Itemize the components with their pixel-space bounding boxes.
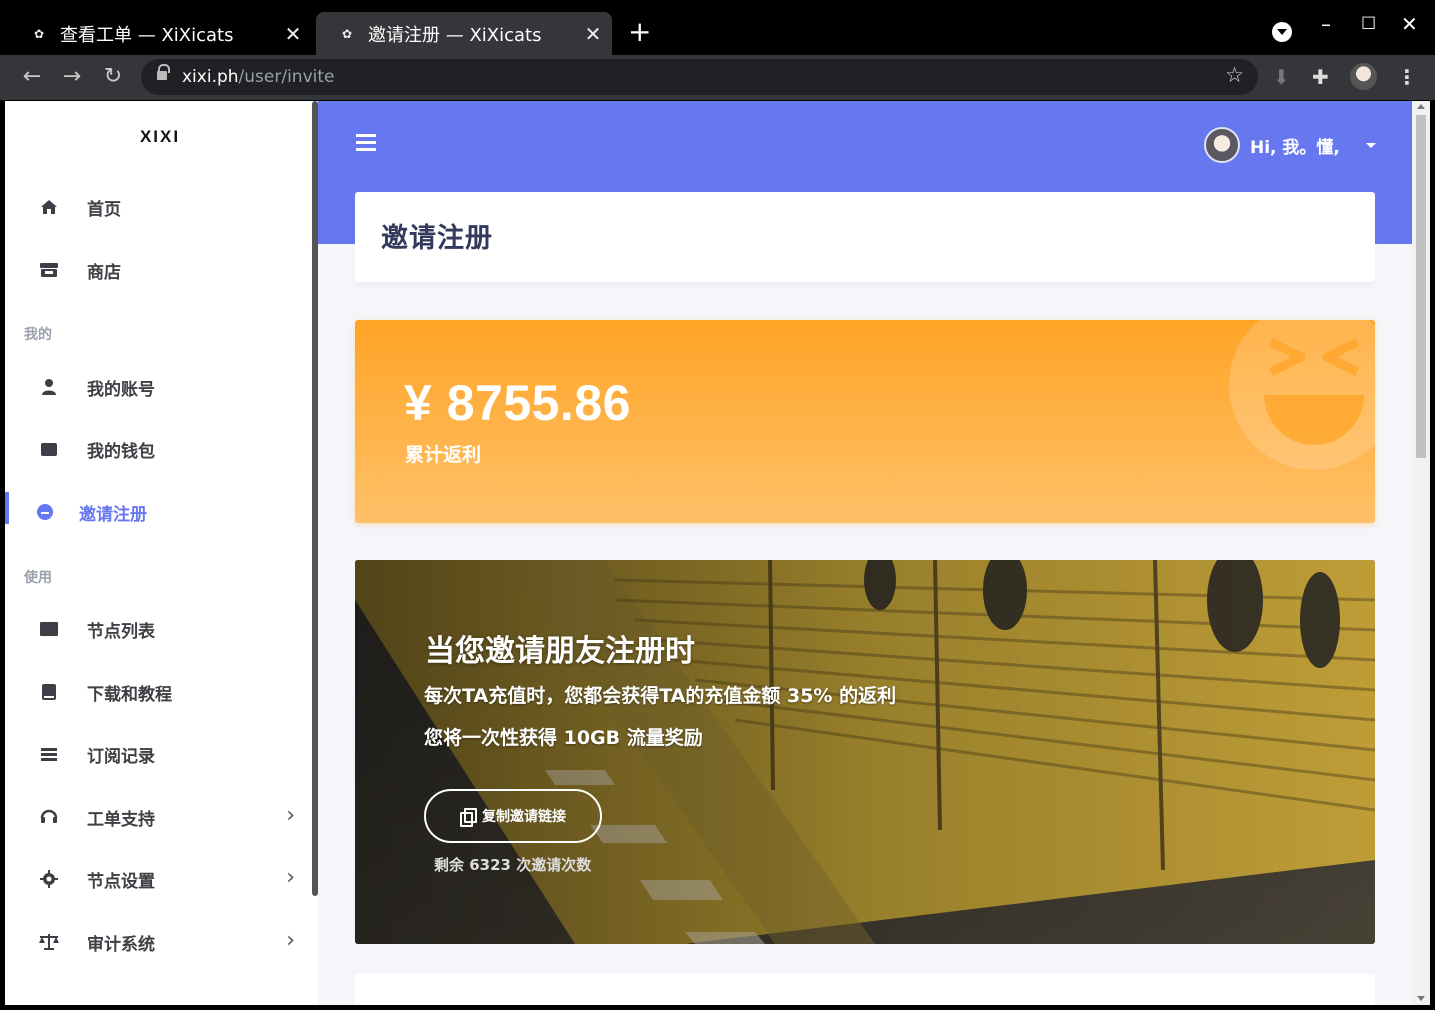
back-arrow-icon[interactable]: ← xyxy=(16,61,48,93)
sidebar-heading-mine: 我的 xyxy=(24,327,52,343)
download-icon[interactable]: ⬇ xyxy=(1273,65,1290,89)
sidebar: XIXI 首页 商店 我的 我的账号 我的钱包 邀请注册 使用 节点列表 下载和… xyxy=(5,101,318,1005)
next-card xyxy=(355,974,1375,1005)
invite-title: 当您邀请朋友注册时 xyxy=(425,634,695,669)
wallet-icon xyxy=(37,437,61,461)
invites-remaining-text: 剩余 6323 次邀请次数 xyxy=(434,856,592,874)
copy-invite-link-button[interactable]: 复制邀请链接 xyxy=(424,789,602,843)
scroll-down-arrow-icon[interactable] xyxy=(1417,996,1425,1001)
tab-invite[interactable]: ✿ 邀请注册 — XiXicats ✕ xyxy=(316,12,612,55)
invite-card: 当您邀请朋友注册时 每次TA充值时，您都会获得TA的充值金额 35% 的返利 您… xyxy=(355,560,1375,944)
invite-rebate-text: 每次TA充值时，您都会获得TA的充值金额 35% 的返利 xyxy=(424,685,897,707)
reload-icon[interactable]: ↻ xyxy=(97,61,129,93)
new-tab-button[interactable]: + xyxy=(628,17,651,47)
main-content: Hi, 我。懂, 邀请注册 ¥ 8755.86 累计返利 当您邀请朋友注册时 每… xyxy=(318,101,1412,1005)
chevron-right-icon: › xyxy=(286,928,295,953)
sidebar-item-wallet[interactable]: 我的钱包 xyxy=(5,420,315,478)
copy-button-label: 复制邀请链接 xyxy=(482,809,566,825)
caret-down-icon xyxy=(1365,142,1376,148)
user-dropdown[interactable]: Hi, 我。懂, xyxy=(1204,127,1376,163)
sidebar-item-subscriptions[interactable]: 订阅记录 xyxy=(5,725,315,783)
sidebar-item-invite[interactable]: 邀请注册 xyxy=(5,483,315,541)
sidebar-item-audit[interactable]: 审计系统 › xyxy=(5,913,315,971)
site-favicon-icon: ✿ xyxy=(33,26,45,41)
extensions-puzzle-icon[interactable]: ✚ xyxy=(1312,65,1329,89)
maximize-button[interactable]: ☐ xyxy=(1361,14,1376,34)
sidebar-item-account[interactable]: 我的账号 xyxy=(5,358,315,416)
tab-title: 邀请注册 — XiXicats xyxy=(368,24,542,46)
page-title: 邀请注册 xyxy=(381,223,493,254)
tab-search-icon[interactable] xyxy=(1272,22,1292,42)
tab-close-icon[interactable]: ✕ xyxy=(580,22,606,46)
url-text[interactable]: xixi.ph/user/invite xyxy=(182,67,335,87)
lock-icon xyxy=(157,64,170,81)
sidebar-heading-use: 使用 xyxy=(24,570,52,586)
rebate-amount: ¥ 8755.86 xyxy=(404,375,631,431)
bookmark-star-icon[interactable]: ☆ xyxy=(1225,63,1244,87)
close-window-button[interactable]: ✕ xyxy=(1401,12,1418,36)
list-icon xyxy=(37,742,61,766)
chevron-right-icon: › xyxy=(286,865,295,890)
sidebar-item-downloads[interactable]: 下载和教程 xyxy=(5,663,315,721)
brand-logo[interactable]: XIXI xyxy=(5,101,315,176)
user-icon xyxy=(37,375,61,399)
avatar xyxy=(1204,127,1240,163)
forward-arrow-icon[interactable]: → xyxy=(56,61,88,93)
chevron-right-icon: › xyxy=(286,803,295,828)
sidebar-item-node-list[interactable]: 节点列表 xyxy=(5,600,315,658)
user-greeting: Hi, 我。懂, xyxy=(1250,137,1340,158)
page-scrollbar[interactable] xyxy=(1412,101,1430,1005)
rebate-card: ¥ 8755.86 累计返利 xyxy=(355,320,1375,523)
site-favicon-icon: ✿ xyxy=(341,26,353,41)
smile-icon xyxy=(33,500,57,524)
minimize-button[interactable]: – xyxy=(1321,12,1331,36)
balance-scale-icon xyxy=(37,930,61,954)
sidebar-item-node-settings[interactable]: 节点设置 › xyxy=(5,850,315,908)
invite-overlay xyxy=(355,560,1375,944)
hamburger-menu-icon[interactable] xyxy=(356,134,376,152)
sidebar-item-home[interactable]: 首页 xyxy=(5,178,315,236)
page-header-card: 邀请注册 xyxy=(355,192,1375,282)
scroll-up-arrow-icon[interactable] xyxy=(1417,104,1425,109)
menu-kebab-icon[interactable]: ⋮ xyxy=(1397,65,1417,89)
tab-close-icon[interactable]: ✕ xyxy=(280,22,306,46)
headset-icon xyxy=(37,805,61,829)
scrollbar-thumb[interactable] xyxy=(1416,115,1426,458)
sidebar-item-tickets[interactable]: 工单支持 › xyxy=(5,788,315,846)
copy-icon xyxy=(460,808,477,827)
browser-toolbar: ← → ↻ xixi.ph/user/invite ☆ ⬇ ✚ ⋮ xyxy=(0,55,1435,100)
page-viewport: XIXI 首页 商店 我的 我的账号 我的钱包 邀请注册 使用 节点列表 下载和… xyxy=(5,101,1430,1005)
server-icon xyxy=(37,617,61,641)
address-bar[interactable]: xixi.ph/user/invite ☆ xyxy=(141,59,1258,95)
home-icon xyxy=(37,195,61,219)
browser-tab-strip: ✿ 查看工单 — XiXicats ✕ ✿ 邀请注册 — XiXicats ✕ … xyxy=(0,0,1435,55)
tab-title: 查看工单 — XiXicats xyxy=(60,24,234,46)
store-icon xyxy=(37,258,61,282)
book-icon xyxy=(37,680,61,704)
rebate-label: 累计返利 xyxy=(405,444,482,466)
invite-traffic-text: 您将一次性获得 10GB 流量奖励 xyxy=(424,727,703,749)
tab-view-ticket[interactable]: ✿ 查看工单 — XiXicats ✕ xyxy=(8,12,312,55)
cog-icon xyxy=(37,867,61,891)
laughing-face-icon xyxy=(1229,320,1375,470)
sidebar-item-store[interactable]: 商店 xyxy=(5,241,315,299)
profile-avatar[interactable] xyxy=(1350,63,1377,90)
